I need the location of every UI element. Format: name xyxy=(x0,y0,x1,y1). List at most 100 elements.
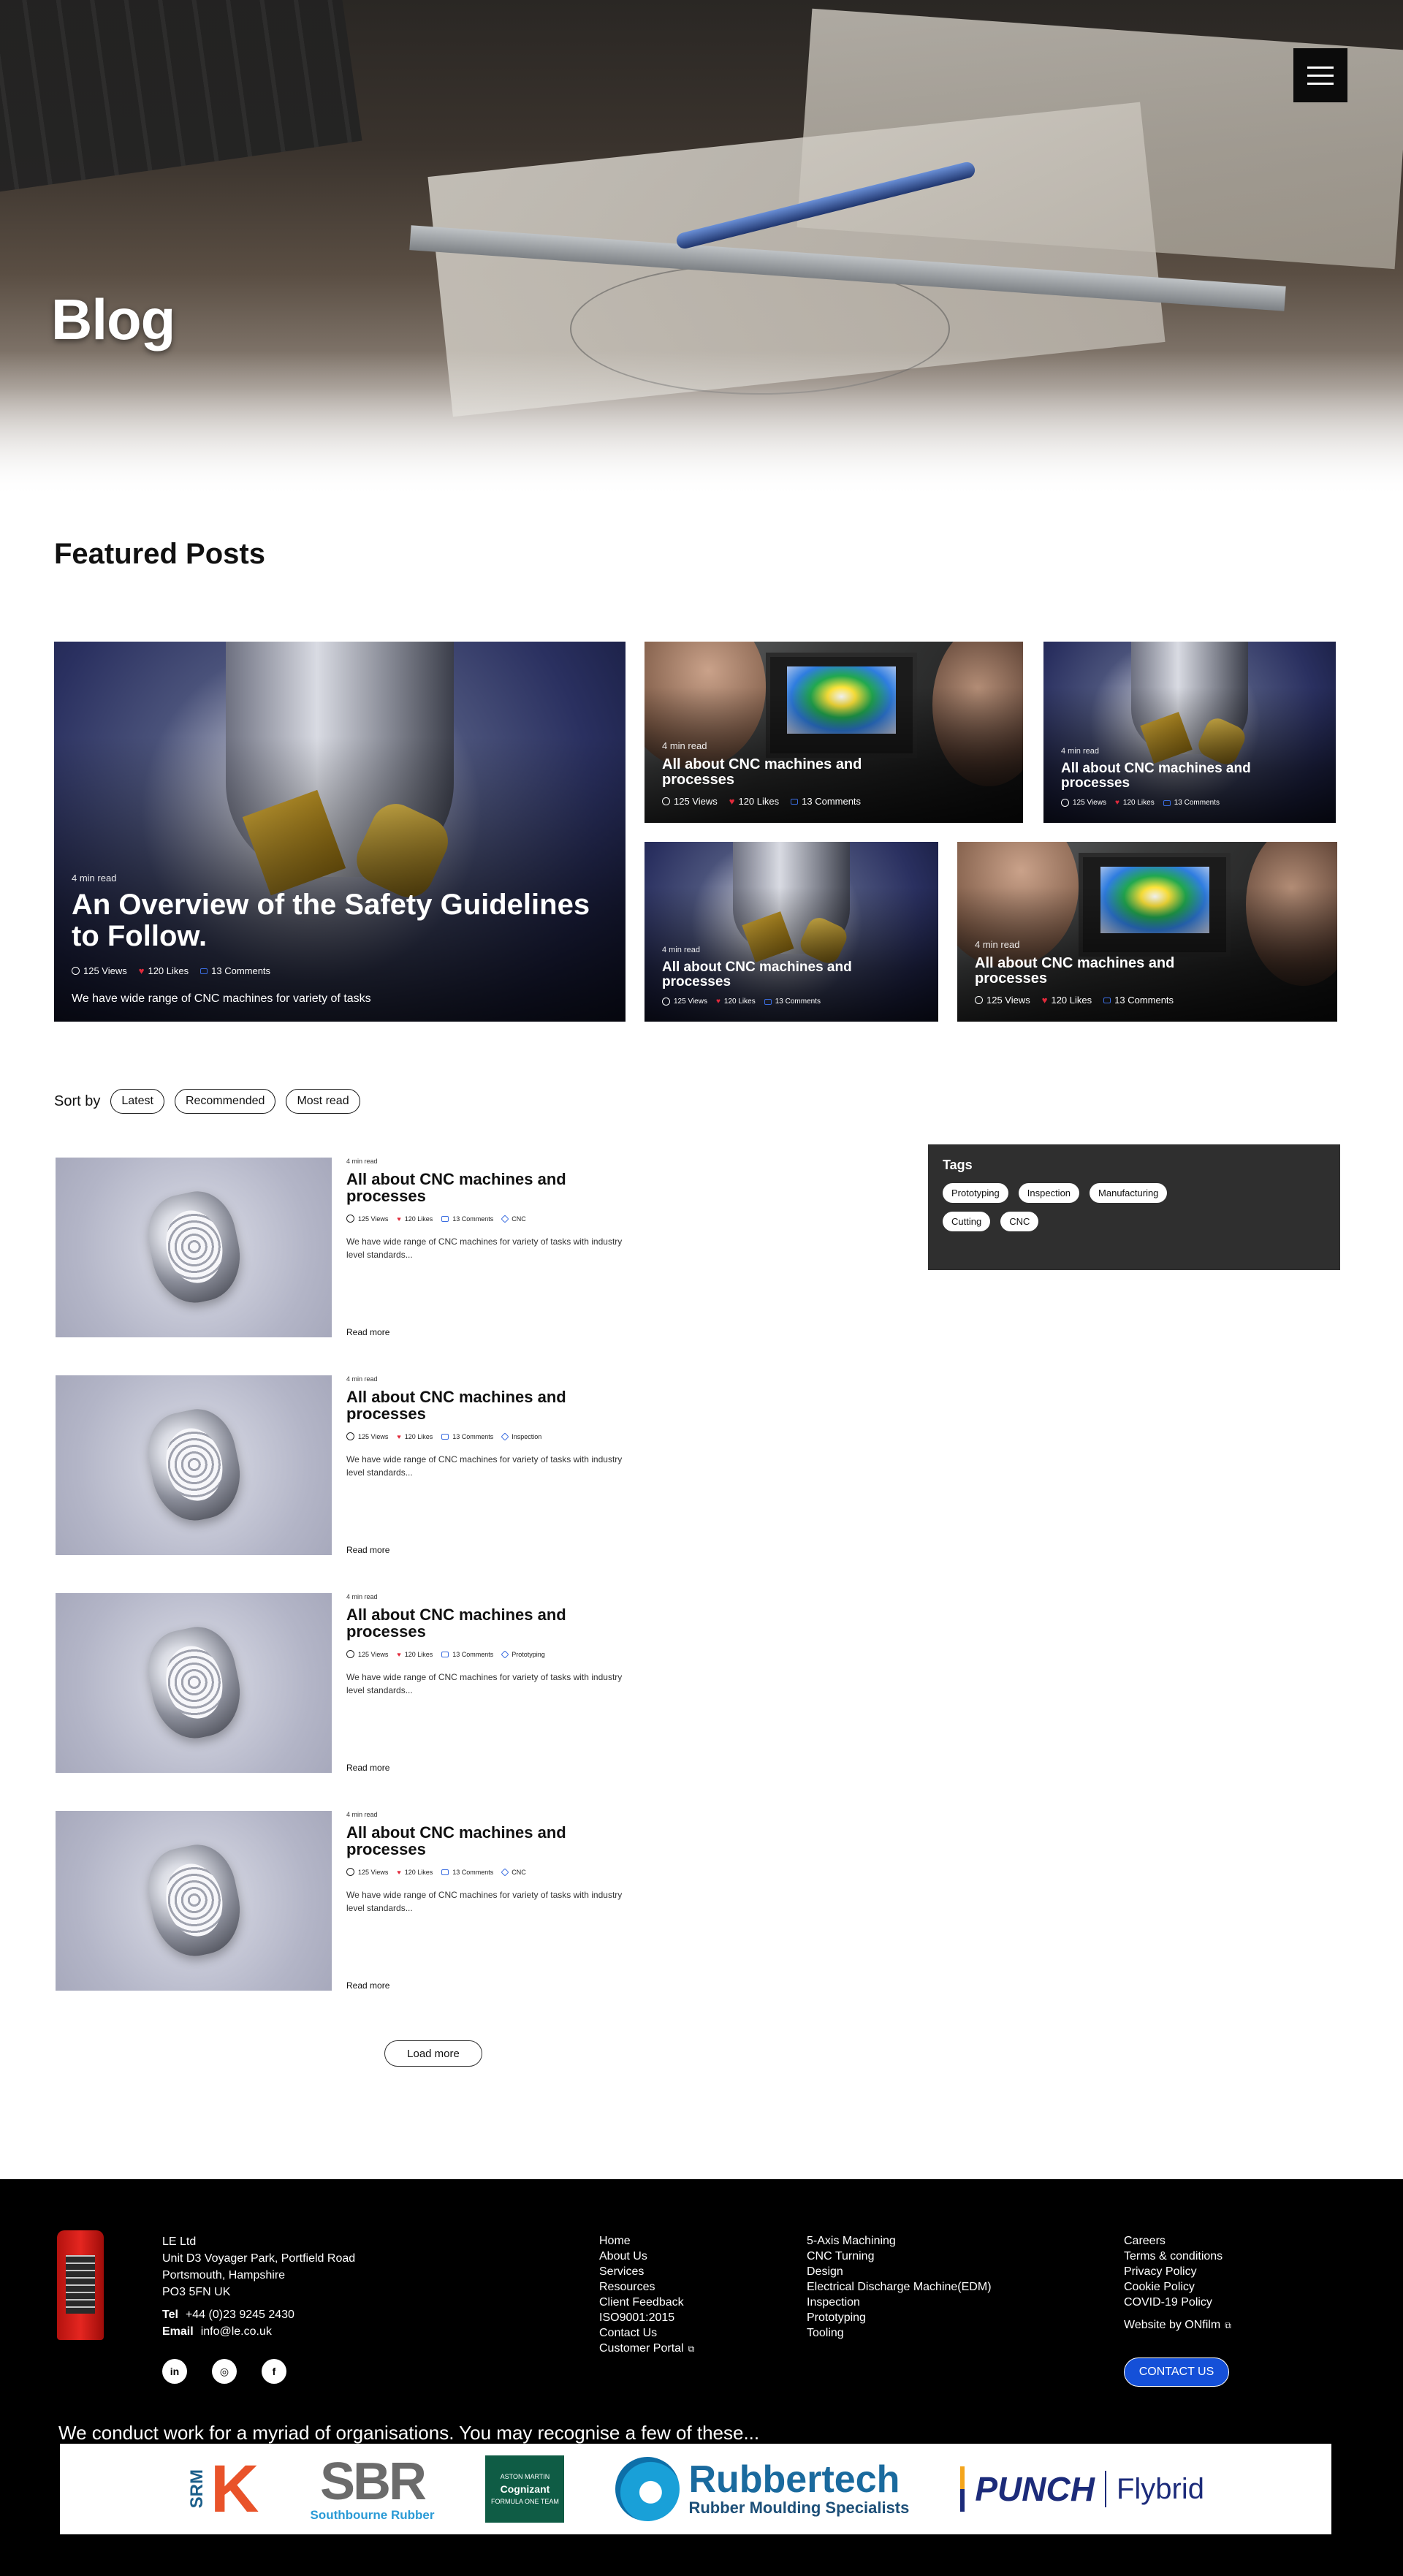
footer-service-link[interactable]: Electrical Discharge Machine(EDM) xyxy=(807,2281,992,2293)
footer-link-contact[interactable]: Contact Us xyxy=(599,2327,657,2339)
contact-us-button[interactable]: CONTACT US xyxy=(1124,2357,1229,2387)
sbr-logo: SBR Southbourne Rubber xyxy=(310,2455,434,2523)
footer-service-link[interactable]: Tooling xyxy=(807,2327,844,2339)
comment-icon xyxy=(791,798,799,805)
rubbertech-logo: Rubbertech Rubber Moulding Specialists xyxy=(615,2457,909,2521)
eye-icon xyxy=(662,797,670,805)
comments-count: 13 Comments xyxy=(452,1215,494,1223)
footer-link-terms[interactable]: Terms & conditions xyxy=(1124,2250,1223,2262)
external-link-icon: ⧉ xyxy=(1225,2320,1231,2330)
cnc-part-image xyxy=(56,1158,332,1337)
comments-count: 13 Comments xyxy=(211,965,271,976)
post-tag[interactable]: Prototyping xyxy=(512,1651,545,1658)
list-item[interactable]: 4 min read All about CNC machines and pr… xyxy=(54,1593,624,1776)
post-tag[interactable]: Inspection xyxy=(512,1433,541,1440)
company-name: LE Ltd xyxy=(162,2235,197,2248)
featured-card[interactable]: 4 min read All about CNC machines and pr… xyxy=(645,842,938,1022)
tag-prototyping[interactable]: Prototyping xyxy=(943,1183,1008,1203)
footer-link-cookie[interactable]: Cookie Policy xyxy=(1124,2281,1195,2293)
read-time: 4 min read xyxy=(662,945,700,954)
post-title[interactable]: All about CNC machines and processes xyxy=(346,1171,624,1204)
list-item[interactable]: 4 min read All about CNC machines and pr… xyxy=(54,1811,624,1994)
likes-count: 120 Likes xyxy=(148,965,189,976)
footer-link-customer-portal[interactable]: Customer Portal xyxy=(599,2342,684,2355)
read-time: 4 min read xyxy=(346,1158,378,1165)
post-title[interactable]: All about CNC machines and processes xyxy=(346,1606,624,1640)
punch-flybrid-logo: PUNCH Flybrid xyxy=(960,2466,1204,2512)
email-link[interactable]: info@le.co.uk xyxy=(201,2325,272,2338)
read-more-link[interactable]: Read more xyxy=(346,1545,389,1555)
read-more-link[interactable]: Read more xyxy=(346,1763,389,1773)
footer-service-link[interactable]: Design xyxy=(807,2265,843,2278)
featured-title: Featured Posts xyxy=(54,538,265,570)
read-more-link[interactable]: Read more xyxy=(346,1980,389,1991)
post-excerpt: We have wide range of CNC machines for v… xyxy=(346,1236,623,1260)
footer-link-home[interactable]: Home xyxy=(599,2235,631,2247)
hero-keyboard xyxy=(0,0,362,194)
menu-button[interactable] xyxy=(1293,48,1347,102)
comment-icon xyxy=(1103,997,1111,1003)
sort-most-read-button[interactable]: Most read xyxy=(286,1089,360,1114)
comments-count: 13 Comments xyxy=(802,796,862,807)
likes-count: 120 Likes xyxy=(404,1650,433,1658)
eye-icon xyxy=(346,1215,354,1223)
featured-card[interactable]: 4 min read All about CNC machines and pr… xyxy=(957,842,1337,1022)
tag-inspection[interactable]: Inspection xyxy=(1018,1183,1080,1203)
punch-bar-icon xyxy=(960,2466,965,2512)
heart-icon: ♥ xyxy=(1041,995,1048,1006)
cnc-part-image xyxy=(56,1593,332,1773)
featured-main-card[interactable]: 4 min read An Overview of the Safety Gui… xyxy=(54,642,626,1022)
footer-link-privacy[interactable]: Privacy Policy xyxy=(1124,2265,1197,2278)
sort-recommended-button[interactable]: Recommended xyxy=(174,1089,276,1114)
cnc-part-image xyxy=(56,1375,332,1555)
list-item[interactable]: 4 min read All about CNC machines and pr… xyxy=(54,1158,624,1340)
footer-link-services[interactable]: Services xyxy=(599,2265,644,2278)
footer-service-link[interactable]: Inspection xyxy=(807,2296,860,2309)
card-title: All about CNC machines and processes xyxy=(662,756,862,789)
facebook-icon[interactable]: f xyxy=(262,2359,286,2384)
sort-latest-button[interactable]: Latest xyxy=(110,1089,164,1114)
footer-service-link[interactable]: Prototyping xyxy=(807,2311,866,2324)
footer-service-link[interactable]: 5-Axis Machining xyxy=(807,2235,896,2247)
heart-icon: ♥ xyxy=(397,1432,401,1440)
page-title: Blog xyxy=(51,287,175,352)
post-tag[interactable]: CNC xyxy=(512,1215,526,1223)
load-more-button[interactable]: Load more xyxy=(384,2040,482,2067)
post-tag[interactable]: CNC xyxy=(512,1869,526,1876)
eye-icon xyxy=(1061,799,1069,807)
footer-service-link[interactable]: CNC Turning xyxy=(807,2250,874,2262)
tel-link[interactable]: +44 (0)23 9245 2430 xyxy=(186,2309,294,2321)
eye-icon xyxy=(662,998,670,1006)
post-title[interactable]: All about CNC machines and processes xyxy=(346,1824,624,1858)
tag-manufacturing[interactable]: Manufacturing xyxy=(1090,1183,1168,1203)
footer-link-client-feedback[interactable]: Client Feedback xyxy=(599,2296,684,2309)
rubbertech-text: Rubbertech xyxy=(688,2458,900,2501)
footer-link-about[interactable]: About Us xyxy=(599,2250,647,2262)
hamburger-icon xyxy=(1307,82,1334,85)
read-time: 4 min read xyxy=(662,740,707,751)
list-item[interactable]: 4 min read All about CNC machines and pr… xyxy=(54,1375,624,1558)
footer-link-resources[interactable]: Resources xyxy=(599,2281,655,2293)
footer-link-covid[interactable]: COVID-19 Policy xyxy=(1124,2296,1212,2309)
footer-credit-link[interactable]: Website by ONfilm xyxy=(1124,2319,1220,2331)
featured-card[interactable]: 4 min read All about CNC machines and pr… xyxy=(1043,642,1336,823)
hero-banner: Blog xyxy=(0,0,1403,497)
aston-text: ASTON MARTIN xyxy=(500,2473,550,2480)
heart-icon: ♥ xyxy=(729,796,735,807)
instagram-icon[interactable]: ◎ xyxy=(212,2359,237,2384)
read-more-link[interactable]: Read more xyxy=(346,1327,389,1337)
linkedin-icon[interactable]: in xyxy=(162,2359,187,2384)
comments-count: 13 Comments xyxy=(452,1650,494,1658)
footer-link-careers[interactable]: Careers xyxy=(1124,2235,1166,2247)
heart-icon: ♥ xyxy=(1114,799,1119,807)
client-logos: SRM K SBR Southbourne Rubber ASTON MARTIN C… xyxy=(60,2444,1331,2534)
tag-cutting[interactable]: Cutting xyxy=(943,1212,991,1231)
footer-link-iso[interactable]: ISO9001:2015 xyxy=(599,2311,674,2324)
featured-card[interactable]: 4 min read All about CNC machines and pr… xyxy=(645,642,1023,823)
heart-icon: ♥ xyxy=(397,1650,401,1658)
post-title[interactable]: All about CNC machines and processes xyxy=(346,1388,624,1422)
tag-cnc[interactable]: CNC xyxy=(1000,1212,1039,1231)
punch-text: PUNCH xyxy=(975,2470,1095,2508)
organisations-heading: We conduct work for a myriad of organisa… xyxy=(58,2422,760,2444)
read-time: 4 min read xyxy=(346,1811,378,1818)
